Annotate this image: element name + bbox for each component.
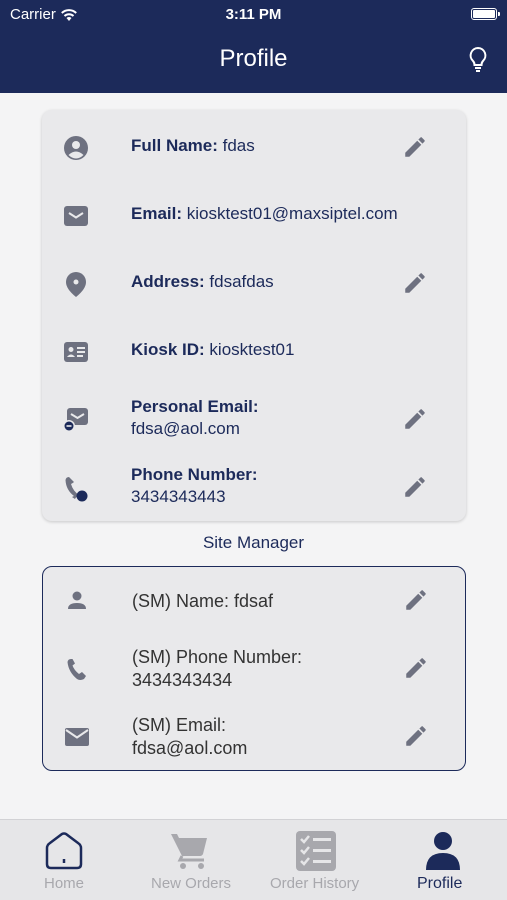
edit-sm-phone-icon[interactable] [403,655,429,681]
sm-email-field: (SM) Email: fdsa@aol.com [132,715,248,758]
sm-email-row: (SM) Email: fdsa@aol.com [43,703,467,771]
phone-number-row: Phone Number: 3434343443 [42,452,466,520]
phone-icon [65,477,88,502]
tab-order-history[interactable]: Order History [266,820,370,900]
checklist-icon [296,831,336,871]
page-title: Profile [219,45,288,72]
edit-address-icon[interactable] [402,270,428,296]
address-row: Address: fdsafdas [42,248,466,316]
personal-email-row: Personal Email: fdsa@aol.com [42,384,466,452]
tab-new-orders[interactable]: New Orders [140,820,244,900]
sm-name-field: (SM) Name: fdsaf [132,590,274,611]
email-icon [64,206,88,226]
edit-sm-name-icon[interactable] [403,587,429,613]
tab-bar: Home New Orders Order History Profile [0,819,507,900]
status-time: 3:11 PM [225,6,282,23]
tab-profile[interactable]: Profile [396,820,496,900]
site-manager-title: Site Manager [202,533,305,552]
account-circle-icon [64,136,88,160]
edit-personal-email-icon[interactable] [402,406,428,432]
person-icon [426,832,460,870]
edit-full-name-icon[interactable] [402,134,428,160]
edit-sm-email-icon[interactable] [403,723,429,749]
kiosk-id-field: Kiosk ID: kiosktest01 [131,340,295,359]
email-row: Email: kiosktest01@maxsiptel.com [42,180,466,248]
id-card-icon [64,342,88,362]
email-field: Email: kiosktest01@maxsiptel.com [131,204,398,223]
status-bar: Carrier 3:11 PM [0,0,507,30]
home-icon [45,832,83,870]
personal-email-icon [63,408,88,432]
phone-icon [67,659,86,680]
site-manager-card: (SM) Name: fdsaf (SM) Phone Number: 3434… [42,566,466,771]
location-icon [66,272,86,297]
lightbulb-icon[interactable] [467,45,489,75]
email-icon [65,728,89,746]
person-icon [68,591,86,609]
sm-phone-row: (SM) Phone Number: 3434343434 [43,635,467,703]
full-name-row: Full Name: fdas [42,112,466,180]
cart-icon [171,834,207,869]
sm-name-row: (SM) Name: fdsaf [43,567,467,635]
tab-home[interactable]: Home [14,820,114,900]
profile-card: Full Name: fdas Email: kiosktest01@maxsi… [42,110,466,521]
sm-phone-field: (SM) Phone Number: 3434343434 [132,647,303,690]
edit-phone-number-icon[interactable] [402,474,428,500]
battery-icon [471,8,500,20]
header: Carrier 3:11 PM Profile [0,0,507,93]
kiosk-id-row: Kiosk ID: kiosktest01 [42,316,466,384]
